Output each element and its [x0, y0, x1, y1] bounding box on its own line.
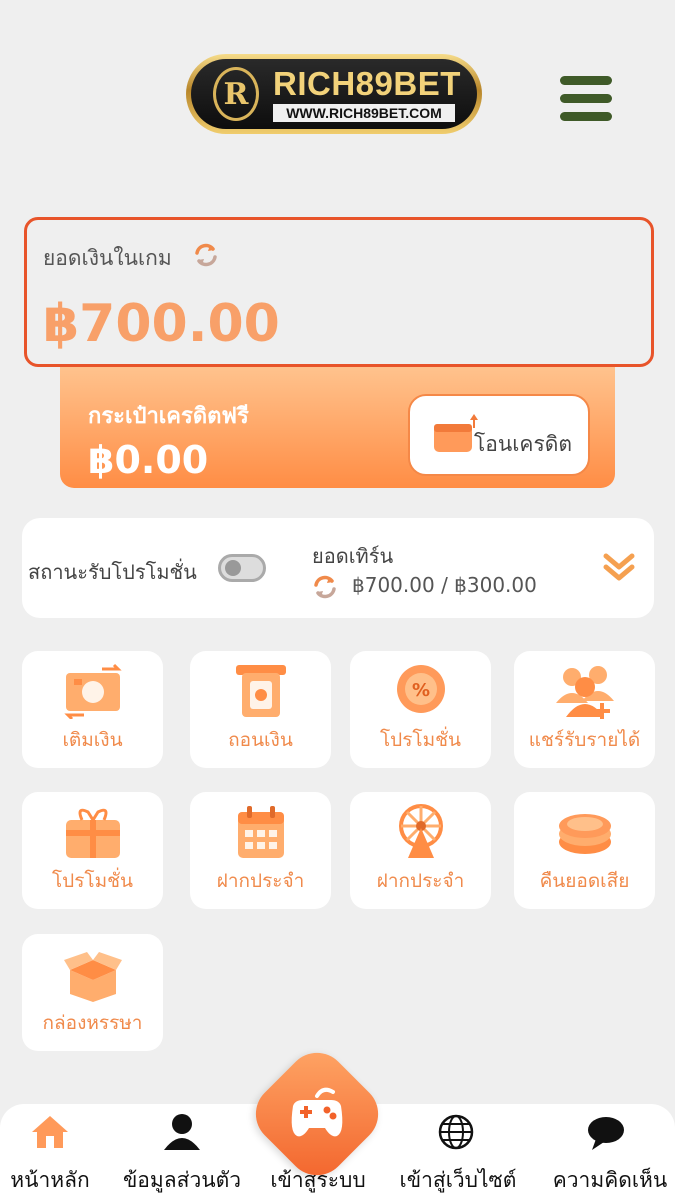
tile-label: ถอนเงิน: [228, 729, 293, 751]
balance-value: ฿700.00: [43, 294, 280, 354]
svg-text:%: %: [412, 680, 430, 701]
tile-fixed-deposit-2[interactable]: ฝากประจำ: [350, 792, 491, 909]
mystery-box-icon: [64, 952, 122, 1002]
promo-toggle[interactable]: [218, 554, 266, 582]
nav-label: หน้าหลัก: [10, 1168, 90, 1192]
tile-label: กล่องหรรษา: [42, 1012, 143, 1034]
nav-label: ข้อมูลส่วนตัว: [122, 1168, 242, 1192]
logo-emblem-icon: R: [213, 67, 259, 121]
wheel-icon: [399, 804, 443, 858]
nav-feedback[interactable]: ความคิดเห็น: [546, 1104, 674, 1200]
logo-url: WWW.RICH89BET.COM: [273, 104, 455, 122]
turnover-label: ยอดเทิร์น: [312, 544, 394, 568]
logo-name: RICH89BET: [273, 65, 461, 102]
balance-label: ยอดเงินในเกม: [43, 246, 172, 270]
home-icon: [32, 1116, 68, 1148]
turnover-value: ฿700.00 / ฿300.00: [352, 573, 537, 597]
tile-label: โปรโมชั่น: [379, 729, 462, 751]
nav-label: เข้าสู่เว็บไซต์: [399, 1168, 517, 1192]
promo-status-bar: สถานะรับโปรโมชั่น ยอดเทิร์น ฿700.00 / ฿3…: [22, 518, 654, 618]
nav-profile[interactable]: ข้อมูลส่วนตัว: [112, 1104, 252, 1200]
header: R RICH89BET WWW.RICH89BET.COM: [0, 0, 675, 200]
wallet-value: ฿0.00: [88, 438, 209, 482]
tile-share-income[interactable]: แชร์รับรายได้: [514, 651, 655, 768]
tile-mystery-box[interactable]: กล่องหรรษา: [22, 934, 163, 1051]
user-icon: [164, 1114, 200, 1150]
refresh-icon[interactable]: [193, 242, 219, 268]
deposit-icon: [64, 663, 122, 719]
tile-promotion-2[interactable]: โปรโมชั่น: [22, 792, 163, 909]
free-credit-wallet: กระเป๋าเครดิตฟรี ฿0.00 โอนเครดิต: [60, 364, 615, 488]
brand-logo[interactable]: R RICH89BET WWW.RICH89BET.COM: [186, 54, 482, 134]
gift-card-icon: [66, 808, 120, 858]
tile-cashback[interactable]: คืนยอดเสีย: [514, 792, 655, 909]
wallet-label: กระเป๋าเครดิตฟรี: [88, 404, 249, 429]
wallet-transfer-icon: [434, 414, 478, 452]
transfer-credit-button[interactable]: โอนเครดิต: [408, 394, 590, 476]
tile-fixed-deposit[interactable]: ฝากประจำ: [190, 792, 331, 909]
promotion-badge-icon: %: [397, 665, 445, 713]
promo-status-label: สถานะรับโปรโมชั่น: [28, 560, 197, 584]
withdraw-icon: [236, 665, 286, 717]
refresh-icon[interactable]: [312, 574, 338, 600]
tile-label: โปรโมชั่น: [51, 870, 134, 892]
tile-label: แชร์รับรายได้: [528, 729, 641, 751]
transfer-label: โอนเครดิต: [474, 432, 573, 456]
chat-bubble-icon: [588, 1117, 624, 1150]
tile-deposit[interactable]: เติมเงิน: [22, 651, 163, 768]
nav-label: ความคิดเห็น: [552, 1168, 668, 1192]
hamburger-icon[interactable]: [560, 76, 612, 122]
coins-icon: [559, 814, 611, 854]
gamepad-icon: [291, 1087, 343, 1137]
chevron-down-icon[interactable]: [602, 550, 636, 584]
share-income-icon: [556, 666, 614, 719]
nav-home[interactable]: หน้าหลัก: [0, 1104, 100, 1200]
tile-withdraw[interactable]: ถอนเงิน: [190, 651, 331, 768]
globe-icon: [438, 1114, 474, 1150]
tile-label: ฝากประจำ: [216, 870, 305, 892]
tile-label: คืนยอดเสีย: [539, 870, 630, 892]
game-balance-card: ยอดเงินในเกม ฿700.00: [24, 217, 654, 367]
tile-label: เติมเงิน: [62, 729, 123, 751]
tile-promotion[interactable]: % โปรโมชั่น: [350, 651, 491, 768]
calendar-icon: [238, 806, 284, 858]
tile-label: ฝากประจำ: [376, 870, 465, 892]
nav-website[interactable]: เข้าสู่เว็บไซต์: [392, 1104, 524, 1200]
